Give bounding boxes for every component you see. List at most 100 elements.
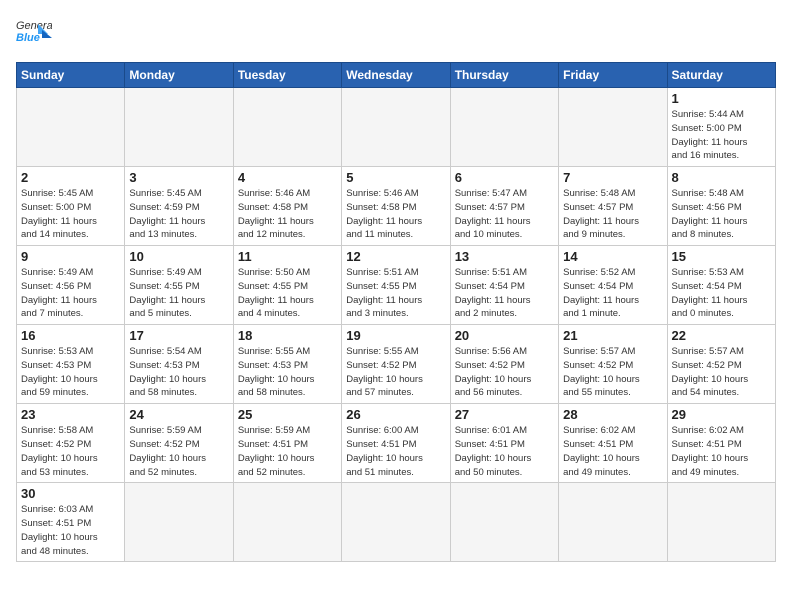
day-info: Sunrise: 5:57 AM Sunset: 4:52 PM Dayligh…: [672, 345, 771, 400]
day-cell: 7 Sunrise: 5:48 AM Sunset: 4:57 PM Daylig…: [559, 167, 667, 246]
day-cell: [233, 483, 341, 562]
day-number: 7: [563, 170, 662, 185]
day-cell: 17Sunrise: 5:54 AM Sunset: 4:53 PM Dayli…: [125, 325, 233, 404]
day-info: Sunrise: 5:57 AM Sunset: 4:52 PM Dayligh…: [563, 345, 662, 400]
page-header: General Blue: [16, 16, 776, 52]
day-number: 6: [455, 170, 554, 185]
day-cell: [125, 88, 233, 167]
day-cell: 12Sunrise: 5:51 AM Sunset: 4:55 PM Dayli…: [342, 246, 450, 325]
day-info: Sunrise: 6:02 AM Sunset: 4:51 PM Dayligh…: [563, 424, 662, 479]
day-number: 17: [129, 328, 228, 343]
week-row-5: 23 Sunrise: 5:58 AM Sunset: 4:52 PM Dayli…: [17, 404, 776, 483]
svg-text:General: General: [16, 20, 52, 32]
day-number: 14: [563, 249, 662, 264]
week-row-6: 30 Sunrise: 6:03 AM Sunset: 4:51 PM Dayli…: [17, 483, 776, 562]
day-number: 26: [346, 407, 445, 422]
day-cell: 8 Sunrise: 5:48 AM Sunset: 4:56 PM Daylig…: [667, 167, 775, 246]
day-info: Sunrise: 5:44 AM Sunset: 5:00 PM Dayligh…: [672, 108, 771, 163]
day-cell: 10 Sunrise: 5:49 AM Sunset: 4:55 PM Dayli…: [125, 246, 233, 325]
day-cell: [342, 483, 450, 562]
day-cell: 25 Sunrise: 5:59 AM Sunset: 4:51 PM Dayli…: [233, 404, 341, 483]
day-info: Sunrise: 5:45 AM Sunset: 5:00 PM Dayligh…: [21, 187, 120, 242]
day-info: Sunrise: 5:53 AM Sunset: 4:54 PM Dayligh…: [672, 266, 771, 321]
day-number: 4: [238, 170, 337, 185]
day-cell: [559, 483, 667, 562]
day-info: Sunrise: 5:48 AM Sunset: 4:56 PM Dayligh…: [672, 187, 771, 242]
day-cell: 16 Sunrise: 5:53 AM Sunset: 4:53 PM Dayli…: [17, 325, 125, 404]
day-info: Sunrise: 6:00 AM Sunset: 4:51 PM Dayligh…: [346, 424, 445, 479]
day-cell: 13Sunrise: 5:51 AM Sunset: 4:54 PM Dayli…: [450, 246, 558, 325]
day-cell: 5 Sunrise: 5:46 AM Sunset: 4:58 PM Daylig…: [342, 167, 450, 246]
day-info: Sunrise: 5:59 AM Sunset: 4:51 PM Dayligh…: [238, 424, 337, 479]
day-number: 28: [563, 407, 662, 422]
day-info: Sunrise: 5:45 AM Sunset: 4:59 PM Dayligh…: [129, 187, 228, 242]
day-number: 1: [672, 91, 771, 106]
day-cell: 9 Sunrise: 5:49 AM Sunset: 4:56 PM Daylig…: [17, 246, 125, 325]
day-cell: 11Sunrise: 5:50 AM Sunset: 4:55 PM Dayli…: [233, 246, 341, 325]
day-number: 12: [346, 249, 445, 264]
day-number: 19: [346, 328, 445, 343]
day-info: Sunrise: 5:47 AM Sunset: 4:57 PM Dayligh…: [455, 187, 554, 242]
day-info: Sunrise: 5:49 AM Sunset: 4:55 PM Dayligh…: [129, 266, 228, 321]
day-number: 25: [238, 407, 337, 422]
day-number: 15: [672, 249, 771, 264]
svg-text:Blue: Blue: [16, 32, 40, 44]
logo-svg: General Blue: [16, 16, 52, 52]
day-number: 8: [672, 170, 771, 185]
day-number: 2: [21, 170, 120, 185]
day-cell: 21Sunrise: 5:57 AM Sunset: 4:52 PM Dayli…: [559, 325, 667, 404]
week-row-1: 1 Sunrise: 5:44 AM Sunset: 5:00 PM Daylig…: [17, 88, 776, 167]
day-cell: 29Sunrise: 6:02 AM Sunset: 4:51 PM Dayli…: [667, 404, 775, 483]
day-info: Sunrise: 5:52 AM Sunset: 4:54 PM Dayligh…: [563, 266, 662, 321]
day-cell: 20Sunrise: 5:56 AM Sunset: 4:52 PM Dayli…: [450, 325, 558, 404]
day-info: Sunrise: 5:50 AM Sunset: 4:55 PM Dayligh…: [238, 266, 337, 321]
day-cell: [450, 88, 558, 167]
day-header-tuesday: Tuesday: [233, 63, 341, 88]
day-number: 18: [238, 328, 337, 343]
day-cell: 14 Sunrise: 5:52 AM Sunset: 4:54 PM Dayli…: [559, 246, 667, 325]
week-row-3: 9 Sunrise: 5:49 AM Sunset: 4:56 PM Daylig…: [17, 246, 776, 325]
day-number: 23: [21, 407, 120, 422]
day-info: Sunrise: 5:59 AM Sunset: 4:52 PM Dayligh…: [129, 424, 228, 479]
day-cell: [450, 483, 558, 562]
day-info: Sunrise: 6:03 AM Sunset: 4:51 PM Dayligh…: [21, 503, 120, 558]
day-info: Sunrise: 5:49 AM Sunset: 4:56 PM Dayligh…: [21, 266, 120, 321]
day-cell: 15 Sunrise: 5:53 AM Sunset: 4:54 PM Dayli…: [667, 246, 775, 325]
calendar-table: SundayMondayTuesdayWednesdayThursdayFrid…: [16, 62, 776, 562]
day-header-friday: Friday: [559, 63, 667, 88]
day-cell: 22Sunrise: 5:57 AM Sunset: 4:52 PM Dayli…: [667, 325, 775, 404]
day-number: 10: [129, 249, 228, 264]
day-header-monday: Monday: [125, 63, 233, 88]
day-number: 16: [21, 328, 120, 343]
day-cell: [233, 88, 341, 167]
day-header-thursday: Thursday: [450, 63, 558, 88]
day-cell: [667, 483, 775, 562]
day-info: Sunrise: 6:01 AM Sunset: 4:51 PM Dayligh…: [455, 424, 554, 479]
day-number: 30: [21, 486, 120, 501]
day-info: Sunrise: 5:46 AM Sunset: 4:58 PM Dayligh…: [346, 187, 445, 242]
day-cell: 23 Sunrise: 5:58 AM Sunset: 4:52 PM Dayli…: [17, 404, 125, 483]
week-row-4: 16 Sunrise: 5:53 AM Sunset: 4:53 PM Dayli…: [17, 325, 776, 404]
day-cell: [342, 88, 450, 167]
day-cell: 27 Sunrise: 6:01 AM Sunset: 4:51 PM Dayli…: [450, 404, 558, 483]
day-cell: 28 Sunrise: 6:02 AM Sunset: 4:51 PM Dayli…: [559, 404, 667, 483]
day-number: 29: [672, 407, 771, 422]
day-cell: 1 Sunrise: 5:44 AM Sunset: 5:00 PM Daylig…: [667, 88, 775, 167]
day-info: Sunrise: 5:55 AM Sunset: 4:52 PM Dayligh…: [346, 345, 445, 400]
day-header-wednesday: Wednesday: [342, 63, 450, 88]
day-number: 24: [129, 407, 228, 422]
week-row-2: 2 Sunrise: 5:45 AM Sunset: 5:00 PM Daylig…: [17, 167, 776, 246]
day-cell: 18Sunrise: 5:55 AM Sunset: 4:53 PM Dayli…: [233, 325, 341, 404]
day-number: 20: [455, 328, 554, 343]
day-header-row: SundayMondayTuesdayWednesdayThursdayFrid…: [17, 63, 776, 88]
day-info: Sunrise: 5:58 AM Sunset: 4:52 PM Dayligh…: [21, 424, 120, 479]
day-number: 27: [455, 407, 554, 422]
day-cell: 26 Sunrise: 6:00 AM Sunset: 4:51 PM Dayli…: [342, 404, 450, 483]
day-number: 3: [129, 170, 228, 185]
day-number: 5: [346, 170, 445, 185]
day-info: Sunrise: 5:53 AM Sunset: 4:53 PM Dayligh…: [21, 345, 120, 400]
day-info: Sunrise: 5:48 AM Sunset: 4:57 PM Dayligh…: [563, 187, 662, 242]
day-info: Sunrise: 5:51 AM Sunset: 4:54 PM Dayligh…: [455, 266, 554, 321]
logo: General Blue: [16, 16, 52, 52]
day-number: 9: [21, 249, 120, 264]
